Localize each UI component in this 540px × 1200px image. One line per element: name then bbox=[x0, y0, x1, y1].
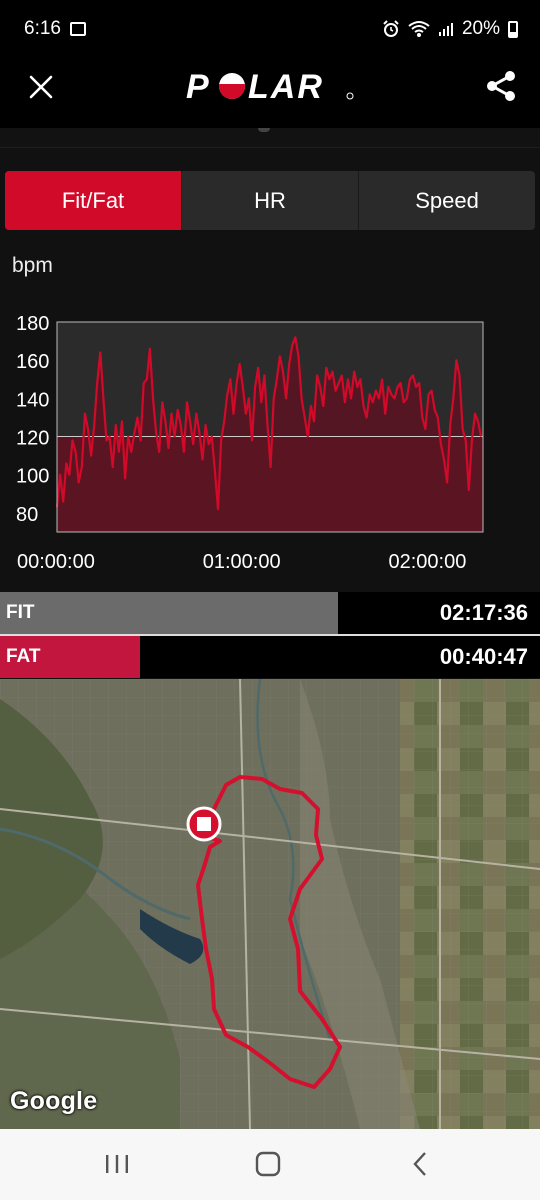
y-tick-label: 120 bbox=[16, 428, 49, 450]
svg-text:P: P bbox=[186, 68, 211, 106]
header-fragment bbox=[258, 128, 270, 132]
status-icons: 20% bbox=[382, 18, 518, 40]
fat-label: FAT bbox=[6, 646, 41, 667]
fat-row: FAT 00:40:47 bbox=[0, 636, 540, 678]
recent-apps-icon bbox=[106, 1155, 128, 1173]
status-bar: 6:16 20% bbox=[0, 0, 540, 46]
app-bar: P LAR bbox=[0, 46, 540, 128]
share-button[interactable] bbox=[484, 68, 520, 104]
status-time: 6:16 bbox=[24, 18, 61, 39]
heart-rate-chart: 180 160 140 120 100 80 00:00:00 01:00:00 02:00:0… bbox=[16, 313, 484, 573]
y-tick-label: 140 bbox=[16, 389, 49, 411]
tab-hr[interactable]: HR bbox=[182, 171, 359, 230]
y-tick-label: 180 bbox=[16, 313, 49, 335]
back-icon bbox=[413, 1152, 426, 1176]
satellite-map-image bbox=[0, 679, 540, 1129]
polar-logo: P LAR bbox=[186, 68, 354, 106]
system-nav-bar bbox=[0, 1129, 540, 1200]
fit-row: FIT 02:17:36 bbox=[0, 592, 540, 634]
recent-apps-button[interactable] bbox=[97, 1149, 137, 1179]
share-icon bbox=[487, 71, 515, 101]
y-tick-label: 160 bbox=[16, 351, 49, 373]
x-tick-label: 02:00:00 bbox=[389, 551, 467, 573]
home-button[interactable] bbox=[248, 1149, 288, 1179]
alarm-icon bbox=[383, 20, 399, 37]
svg-text:LAR: LAR bbox=[248, 68, 324, 106]
close-icon bbox=[29, 75, 53, 99]
fat-time: 00:40:47 bbox=[439, 644, 528, 669]
y-tick-label: 100 bbox=[16, 466, 49, 488]
x-tick-label: 01:00:00 bbox=[203, 551, 281, 573]
back-button[interactable] bbox=[400, 1149, 440, 1179]
start-marker[interactable] bbox=[186, 806, 222, 842]
collapsed-header bbox=[0, 128, 540, 148]
home-icon bbox=[255, 1151, 281, 1177]
tab-fit-fat[interactable]: Fit/Fat bbox=[5, 171, 182, 230]
x-tick-label: 00:00:00 bbox=[17, 551, 95, 573]
fit-bar bbox=[0, 592, 338, 634]
route-map[interactable]: Google bbox=[0, 679, 540, 1129]
battery-percent: 20% bbox=[461, 18, 500, 39]
wifi-icon bbox=[408, 21, 430, 37]
chart-tabs: Fit/Fat HR Speed bbox=[5, 171, 535, 230]
signal-icon bbox=[438, 23, 453, 36]
close-button[interactable] bbox=[22, 68, 60, 106]
tab-speed[interactable]: Speed bbox=[359, 171, 535, 230]
gallery-icon bbox=[70, 22, 86, 36]
y-tick-label: 80 bbox=[16, 504, 38, 526]
battery-icon bbox=[508, 20, 518, 38]
fit-label: FIT bbox=[6, 602, 35, 623]
google-attribution: Google bbox=[10, 1087, 98, 1115]
fit-time: 02:17:36 bbox=[439, 600, 528, 625]
y-axis-unit-label: bpm bbox=[12, 254, 53, 277]
